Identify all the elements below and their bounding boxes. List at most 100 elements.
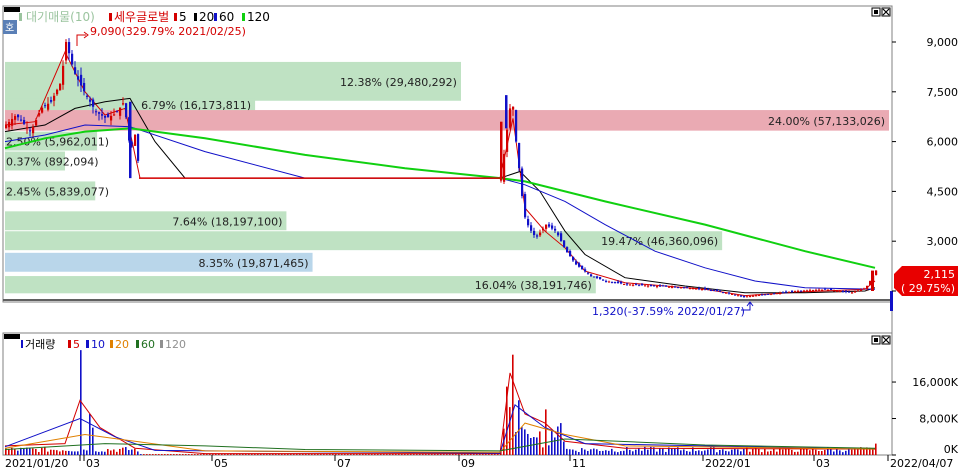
candle-body (560, 233, 563, 242)
volume-bar (608, 450, 610, 455)
volume-ma-legend-swatch (68, 340, 71, 348)
volume-bar (839, 450, 841, 455)
volume-bar (152, 454, 154, 455)
volume-bar (32, 448, 34, 455)
volume-bar (578, 452, 580, 455)
volume-bar (728, 451, 730, 455)
volume-bar (107, 449, 109, 455)
volume-bar (320, 454, 322, 455)
volume-bar (548, 445, 550, 455)
candle-body (602, 279, 605, 281)
volume-profile-label: 0.37% (892,094) (6, 156, 99, 169)
stock-name: 세우글로벌 (114, 10, 169, 24)
candle-body (821, 289, 824, 291)
volume-bar (233, 454, 235, 455)
volume-bar (239, 454, 241, 455)
volume-bar (47, 451, 49, 455)
volume-bar (284, 454, 286, 455)
volume-bar (521, 427, 523, 455)
candle-body (113, 114, 116, 116)
candle-body (737, 295, 740, 297)
volume-bar (92, 427, 94, 455)
candle-body (749, 296, 752, 298)
candle-body (626, 283, 629, 285)
candle-body (65, 42, 68, 61)
volume-bar (470, 454, 472, 455)
candle-body (536, 235, 539, 237)
volume-panel-maximize-icon[interactable] (871, 335, 881, 345)
candle-body (134, 134, 137, 146)
candle-body (557, 232, 560, 236)
volume-bar (773, 448, 775, 455)
volume-bar (50, 449, 52, 455)
volume-bar (269, 454, 271, 455)
volume-bar (437, 454, 439, 455)
volume-bar (293, 454, 295, 455)
volume-bar (17, 450, 19, 455)
volume-bar (206, 454, 208, 455)
volume-bar (572, 449, 574, 455)
volume-bar (536, 437, 538, 455)
volume-bar (431, 454, 433, 455)
volume-bar (434, 454, 436, 455)
volume-panel-close-icon[interactable] (881, 335, 891, 345)
volume-bar (128, 450, 130, 455)
candle-body (761, 294, 764, 296)
volume-bar (185, 454, 187, 455)
volume-bar (842, 452, 844, 455)
volume-bar (407, 454, 409, 455)
candle-body (500, 121, 503, 179)
volume-bar (368, 454, 370, 455)
panel-close-icon[interactable] (881, 7, 891, 17)
volume-bar (281, 454, 283, 455)
volume-bar (743, 448, 745, 455)
candle-body (659, 285, 662, 287)
volume-bar (65, 450, 67, 455)
candle-body (713, 289, 716, 291)
volume-bar (260, 454, 262, 455)
volume-profile-legend: 대기매물(10) (26, 10, 95, 24)
volume-profile-label: 7.64% (18,197,100) (172, 215, 282, 228)
candle-body (632, 284, 635, 286)
volume-bar (512, 354, 514, 455)
volume-bar (659, 448, 661, 455)
candle-body (719, 290, 722, 292)
volume-bar (476, 454, 478, 455)
volume-bar (323, 454, 325, 455)
volume-bar (851, 449, 853, 455)
volume-bar (380, 454, 382, 455)
candle-body (545, 224, 548, 229)
volume-bar (257, 454, 259, 455)
volume-bar (167, 454, 169, 455)
volume-bar (530, 438, 532, 455)
volume-bar (833, 451, 835, 455)
volume-bar (428, 454, 430, 455)
candle-body (512, 106, 515, 110)
candle-body (824, 288, 827, 290)
candle-body (809, 290, 812, 292)
candle-body (129, 101, 132, 179)
candle-body (698, 288, 701, 290)
price-tick-label: 9,000 (927, 36, 959, 49)
volume-bar (464, 454, 466, 455)
candle-body (671, 286, 674, 288)
volume-bar (737, 449, 739, 455)
volume-bar (776, 451, 778, 455)
volume-bar (674, 448, 676, 455)
svg-text:1,320(-37.59% 2022/01/27): 1,320(-37.59% 2022/01/27) (592, 305, 745, 318)
volume-bar (656, 451, 658, 455)
volume-bar (272, 454, 274, 455)
volume-bar (170, 454, 172, 455)
price-tick-label: 6,000 (927, 136, 959, 149)
candle-body (764, 294, 767, 296)
panel-maximize-icon[interactable] (871, 7, 881, 17)
volume-bar (350, 454, 352, 455)
candle-body (668, 286, 671, 288)
candle-body (80, 74, 83, 86)
volume-bar (704, 450, 706, 455)
tab-label[interactable]: 호 (5, 22, 14, 34)
volume-bar (86, 450, 88, 455)
volume-bar (734, 448, 736, 455)
volume-bar (62, 450, 64, 455)
ma-legend-label: 5 (179, 10, 187, 24)
